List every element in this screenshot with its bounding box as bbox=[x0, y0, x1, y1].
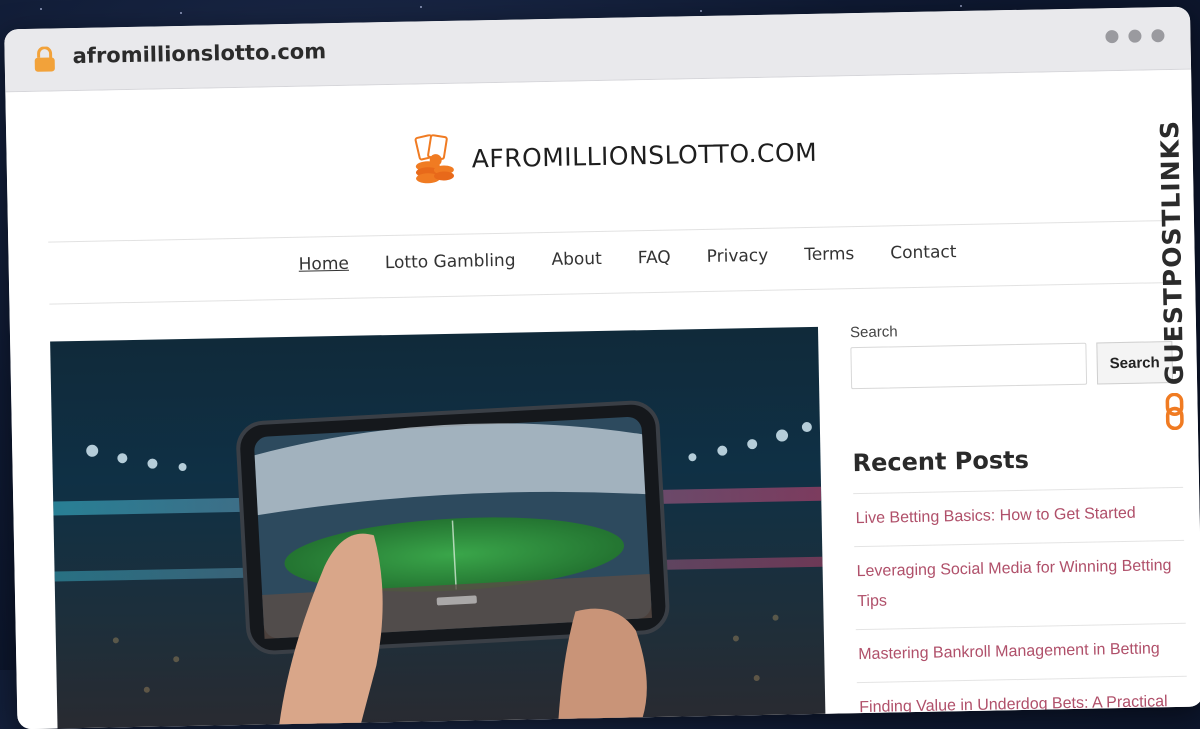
recent-post-link[interactable]: Finding Value in Underdog Bets: A Practi… bbox=[859, 693, 1168, 716]
nav-faq[interactable]: FAQ bbox=[638, 248, 671, 269]
window-dot-icon[interactable] bbox=[1105, 29, 1119, 44]
site-title[interactable]: AFROMILLIONSLOTTO.COM bbox=[471, 137, 817, 173]
recent-posts-list: Live Betting Basics: How to Get Started … bbox=[853, 486, 1188, 729]
browser-window: afromillionslotto.com AFROMILLIONSLOTTO.… bbox=[4, 6, 1200, 729]
window-dot-icon[interactable] bbox=[1128, 29, 1142, 43]
recent-posts-heading: Recent Posts bbox=[852, 445, 1030, 478]
list-item: Leveraging Social Media for Winning Bett… bbox=[854, 539, 1186, 630]
guestpostlinks-watermark: GUESTPOSTLINKS bbox=[1150, 120, 1194, 431]
lock-icon bbox=[34, 46, 55, 72]
nav-home[interactable]: Home bbox=[298, 254, 349, 275]
list-item: Finding Value in Underdog Bets: A Practi… bbox=[856, 675, 1188, 729]
window-controls bbox=[1105, 29, 1165, 44]
divider bbox=[49, 281, 1176, 305]
window-dot-icon[interactable] bbox=[1151, 29, 1165, 43]
chain-link-icon bbox=[1165, 392, 1184, 431]
nav-contact[interactable]: Contact bbox=[890, 242, 957, 263]
list-item: Live Betting Basics: How to Get Started bbox=[853, 486, 1185, 547]
nav-terms[interactable]: Terms bbox=[804, 244, 854, 265]
featured-image[interactable] bbox=[50, 326, 826, 729]
nav-privacy[interactable]: Privacy bbox=[706, 246, 768, 267]
recent-post-link[interactable]: Leveraging Social Media for Winning Bett… bbox=[857, 557, 1172, 610]
casino-chips-logo-icon bbox=[414, 134, 455, 184]
search-label: Search bbox=[849, 323, 898, 342]
sidebar: Search Search Recent Posts Live Betting … bbox=[850, 318, 1188, 729]
main-navigation: Home Lotto Gambling About FAQ Privacy Te… bbox=[298, 242, 956, 275]
search-form: Search bbox=[850, 341, 1181, 390]
site-header-brand[interactable]: AFROMILLIONSLOTTO.COM bbox=[411, 127, 817, 185]
divider bbox=[48, 219, 1175, 243]
search-input[interactable] bbox=[850, 342, 1088, 390]
site-page: AFROMILLIONSLOTTO.COM Home Lotto Gamblin… bbox=[5, 69, 1200, 729]
list-item: Mastering Bankroll Management in Betting bbox=[855, 622, 1187, 683]
recent-post-link[interactable]: Mastering Bankroll Management in Betting bbox=[858, 640, 1160, 663]
nav-lotto-gambling[interactable]: Lotto Gambling bbox=[385, 251, 516, 274]
nav-about[interactable]: About bbox=[551, 249, 602, 270]
stadium-phone-illustration bbox=[53, 400, 823, 729]
address-bar-url[interactable]: afromillionslotto.com bbox=[72, 39, 326, 68]
watermark-text: GUESTPOSTLINKS bbox=[1154, 119, 1189, 386]
recent-post-link[interactable]: Live Betting Basics: How to Get Started bbox=[855, 505, 1135, 527]
